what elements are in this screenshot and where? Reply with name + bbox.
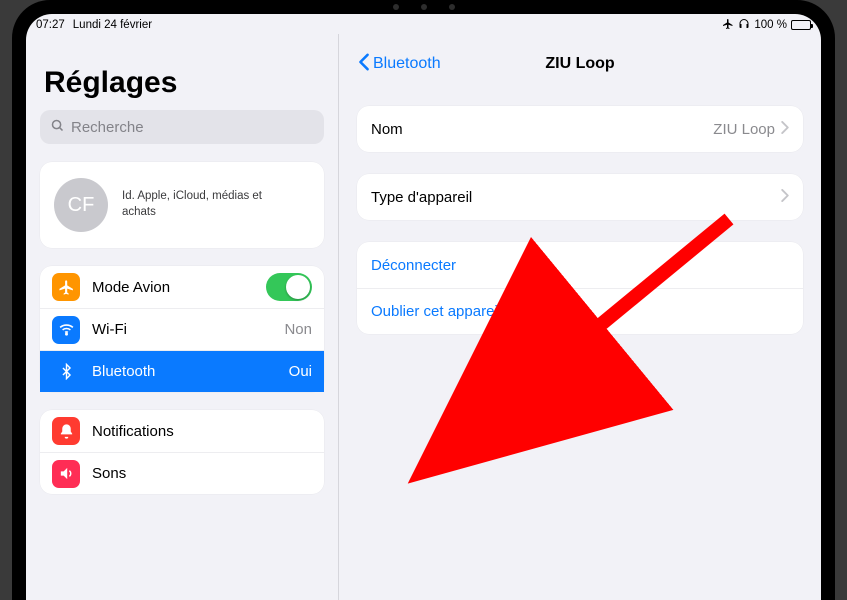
status-time: 07:27 <box>36 19 65 31</box>
name-label: Nom <box>371 121 403 138</box>
chevron-right-icon <box>781 121 789 138</box>
wifi-icon <box>52 316 80 344</box>
avatar: CF <box>54 178 108 232</box>
sound-icon <box>52 460 80 488</box>
sidebar-item-wifi[interactable]: Wi-Fi Non <box>40 308 324 350</box>
detail-pane: Bluetooth ZIU Loop Nom ZIU Loop <box>338 34 821 600</box>
profile-card[interactable]: CF Id. Apple, iCloud, médias et achats <box>40 162 324 248</box>
status-bar: 07:27 Lundi 24 février 100 % <box>26 14 821 34</box>
search-placeholder: Recherche <box>71 119 144 136</box>
wifi-value: Non <box>284 321 312 338</box>
sidebar-item-notifications[interactable]: Notifications <box>40 410 324 452</box>
device-notch <box>393 4 455 10</box>
screen: 07:27 Lundi 24 février 100 % Réglages <box>26 14 821 600</box>
airplane-toggle[interactable] <box>266 273 312 301</box>
connectivity-group: Mode Avion Wi-Fi Non Blue <box>40 266 324 392</box>
device-type-row[interactable]: Type d'appareil <box>357 174 803 220</box>
settings-sidebar: Réglages Recherche CF Id. Apple, iCloud,… <box>26 34 338 600</box>
sidebar-item-bluetooth[interactable]: Bluetooth Oui <box>40 350 324 392</box>
sounds-label: Sons <box>92 465 126 482</box>
back-button[interactable]: Bluetooth <box>357 53 441 76</box>
pane-title: ZIU Loop <box>545 55 614 73</box>
search-input[interactable]: Recherche <box>40 110 324 144</box>
device-frame: 07:27 Lundi 24 février 100 % Réglages <box>12 0 835 600</box>
bluetooth-icon <box>52 358 80 386</box>
battery-icon <box>791 20 811 30</box>
chevron-right-icon <box>781 189 789 206</box>
wifi-label: Wi-Fi <box>92 321 127 338</box>
sidebar-item-sounds[interactable]: Sons <box>40 452 324 494</box>
back-label: Bluetooth <box>373 55 441 73</box>
disconnect-label: Déconnecter <box>371 257 456 274</box>
status-date: Lundi 24 février <box>73 19 152 31</box>
type-label: Type d'appareil <box>371 189 472 206</box>
name-value: ZIU Loop <box>713 121 775 138</box>
forget-label: Oublier cet appareil <box>371 303 501 320</box>
forget-device-button[interactable]: Oublier cet appareil <box>357 288 803 334</box>
sidebar-item-airplane[interactable]: Mode Avion <box>40 266 324 308</box>
airplane-icon <box>52 273 80 301</box>
battery-percent: 100 % <box>754 19 787 31</box>
search-icon <box>50 118 65 137</box>
page-title: Réglages <box>40 48 324 110</box>
headphones-icon <box>738 18 750 33</box>
notifications-label: Notifications <box>92 423 174 440</box>
profile-subtitle: Id. Apple, iCloud, médias et achats <box>122 189 282 220</box>
alerts-group: Notifications Sons <box>40 410 324 494</box>
nav-header: Bluetooth ZIU Loop <box>357 44 803 84</box>
airplane-mode-icon <box>722 18 734 33</box>
disconnect-button[interactable]: Déconnecter <box>357 242 803 288</box>
airplane-label: Mode Avion <box>92 279 170 296</box>
bell-icon <box>52 417 80 445</box>
bluetooth-value: Oui <box>289 363 312 380</box>
device-name-row[interactable]: Nom ZIU Loop <box>357 106 803 152</box>
chevron-left-icon <box>357 53 371 76</box>
bluetooth-label: Bluetooth <box>92 363 155 380</box>
